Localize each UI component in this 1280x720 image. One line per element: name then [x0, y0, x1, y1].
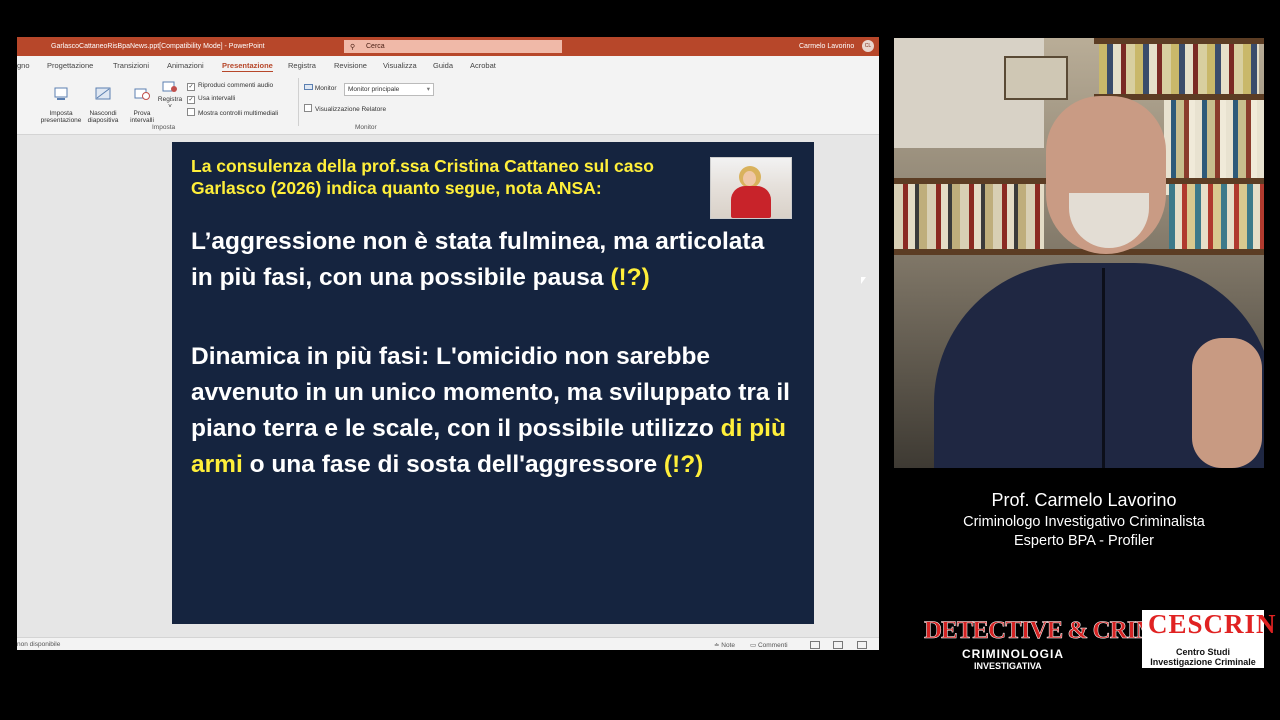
monitor-select-value: Monitor principale: [348, 86, 400, 93]
cescrin-logo-title: CESCRIN: [1148, 609, 1277, 639]
mostra-controlli-label: Mostra controlli multimediali: [198, 110, 279, 117]
nascondi-diapositiva-label: Nascondi diapositiva: [87, 110, 119, 124]
usa-intervalli-label: Usa intervalli: [198, 95, 236, 102]
visualizzazione-relatore-checkbox[interactable]: Visualizzazione Relatore: [304, 104, 386, 113]
bookshelf: [894, 249, 1264, 255]
chevron-down-icon: ▾: [426, 86, 430, 93]
photo-face: [743, 171, 756, 186]
slide[interactable]: La consulenza della prof.ssa Cristina Ca…: [172, 142, 814, 624]
tab-transizioni[interactable]: Transizioni: [113, 61, 149, 70]
detective-logo-title: DETECTIVE & CRIME: [924, 617, 1175, 645]
notes-button[interactable]: ≐ Note: [714, 641, 735, 649]
visualizzazione-relatore-label: Visualizzazione Relatore: [315, 106, 387, 113]
speaker-name: Prof. Carmelo Lavorino: [991, 490, 1177, 510]
mouse-cursor-icon: [861, 277, 866, 284]
p1-text: L’aggressione non è stata fulminea, ma a…: [191, 228, 765, 291]
monitor-label: Monitor: [314, 85, 337, 92]
mostra-controlli-checkbox[interactable]: Mostra controlli multimediali: [187, 108, 278, 117]
books: [894, 184, 1044, 249]
tab-visualizza[interactable]: Visualizza: [383, 61, 417, 70]
search-box[interactable]: ⚲ Cerca: [344, 40, 562, 53]
cescrin-logo: CESCRIN Centro Studi Investigazione Crim…: [1142, 609, 1276, 668]
chevron-down-icon: ˅: [168, 103, 172, 110]
prova-intervalli-label: Prova intervalli: [130, 110, 154, 124]
title-bar: GarlascoCattaneoRisBpaNews.ppt[Compatibi…: [17, 37, 879, 56]
p2-text-a: Dinamica in più fasi: L'omicidio non sar…: [191, 343, 790, 442]
ribbon: Imposta presentazione Nascondi diapositi…: [17, 72, 879, 135]
search-placeholder: Cerca: [366, 43, 385, 50]
setup-slideshow-icon: [54, 87, 68, 100]
books: [1169, 184, 1264, 249]
tab-registra[interactable]: Registra: [288, 61, 316, 70]
checkmark-icon: ✓: [187, 83, 195, 91]
checkbox-empty-icon: [187, 108, 195, 116]
tab-home[interactable]: gno: [17, 61, 30, 70]
detective-logo-sub2: INVESTIGATIVA: [974, 661, 1042, 671]
slide-sorter-icon[interactable]: [833, 641, 843, 649]
cattaneo-photo: [710, 157, 792, 219]
detective-logo-sub1: CRIMINOLOGIA: [962, 647, 1064, 661]
status-text: non disponibile: [17, 641, 61, 648]
slide-paragraph-2: Dinamica in più fasi: L'omicidio non sar…: [191, 339, 811, 483]
imposta-presentazione-label: Imposta presentazione: [40, 110, 82, 124]
tab-animazioni[interactable]: Animazioni: [167, 61, 204, 70]
comments-label: Commenti: [757, 642, 788, 649]
nascondi-diapositiva-button[interactable]: Nascondi diapositiva: [85, 80, 121, 124]
speaker-hand: [1192, 338, 1262, 468]
slide-editor-area: La consulenza della prof.ssa Cristina Ca…: [17, 135, 879, 637]
prova-intervalli-button[interactable]: Prova intervalli: [127, 80, 157, 124]
usa-intervalli-checkbox[interactable]: ✓ Usa intervalli: [187, 95, 235, 104]
normal-view-icon[interactable]: [810, 641, 820, 649]
photo-body: [731, 186, 771, 218]
p1-mark: (!?): [610, 264, 650, 291]
speaker-role-2: Esperto BPA - Profiler: [1014, 533, 1154, 549]
cescrin-logo-sub2: Investigazione Criminale: [1150, 657, 1256, 667]
rehearse-timings-icon: [134, 88, 150, 100]
webcam-video: [894, 38, 1264, 468]
group-monitor-label: Monitor: [355, 124, 377, 131]
p2-text-b: o una fase di sosta dell'aggressore: [242, 451, 664, 478]
group-imposta-label: Imposta: [152, 124, 176, 131]
hide-slide-icon: [95, 87, 111, 100]
avatar[interactable]: CL: [862, 40, 874, 52]
slide-header: La consulenza della prof.ssa Cristina Ca…: [191, 156, 654, 198]
p2-mark: (!?): [663, 451, 704, 478]
registra-button[interactable]: Registra ˅: [156, 80, 184, 110]
monitor-select[interactable]: Monitor principale ▾: [344, 83, 434, 96]
books: [1099, 44, 1259, 94]
registra-label: Registra: [157, 96, 183, 103]
cescrin-logo-sub1: Centro Studi: [1176, 647, 1230, 657]
speaker-role-1: Criminologo Investigativo Criminalista: [963, 514, 1205, 530]
comments-button[interactable]: ▭ Commenti: [750, 641, 788, 649]
tab-guida[interactable]: Guida: [433, 61, 453, 70]
checkmark-icon: ✓: [187, 96, 195, 104]
document-title: GarlascoCattaneoRisBpaNews.ppt[Compatibi…: [51, 43, 265, 50]
user-name[interactable]: Carmelo Lavorino: [799, 43, 854, 50]
riproduci-commenti-checkbox[interactable]: ✓ Riproduci commenti audio: [187, 82, 273, 91]
framed-map: [1004, 56, 1068, 100]
reading-view-icon[interactable]: [857, 641, 867, 649]
search-icon: ⚲: [350, 44, 356, 51]
checkbox-empty-icon: [304, 104, 312, 112]
slide-paragraph-1: L’aggressione non è stata fulminea, ma a…: [191, 224, 791, 296]
comment-icon: ▭: [750, 642, 758, 649]
monitor-label-row: Monitor: [304, 84, 337, 92]
tab-progettazione[interactable]: Progettazione: [47, 61, 93, 70]
status-bar: non disponibile ≐ Note ▭ Commenti: [17, 637, 879, 650]
riproduci-commenti-label: Riproduci commenti audio: [198, 82, 274, 89]
jacket-zipper: [1102, 268, 1105, 468]
imposta-presentazione-button[interactable]: Imposta presentazione: [39, 80, 83, 124]
ribbon-tabs: gno Progettazione Transizioni Animazioni…: [17, 56, 879, 73]
notes-label: Note: [721, 642, 735, 649]
detective-crime-logo: DETECTIVE & CRIME CRIMINOLOGIA INVESTIGA…: [922, 617, 1175, 675]
record-icon: [162, 81, 177, 92]
powerpoint-window: GarlascoCattaneoRisBpaNews.ppt[Compatibi…: [17, 37, 879, 650]
tab-revisione[interactable]: Revisione: [334, 61, 367, 70]
tab-acrobat[interactable]: Acrobat: [470, 61, 496, 70]
ribbon-separator: [298, 78, 299, 126]
monitor-icon: [304, 84, 313, 90]
